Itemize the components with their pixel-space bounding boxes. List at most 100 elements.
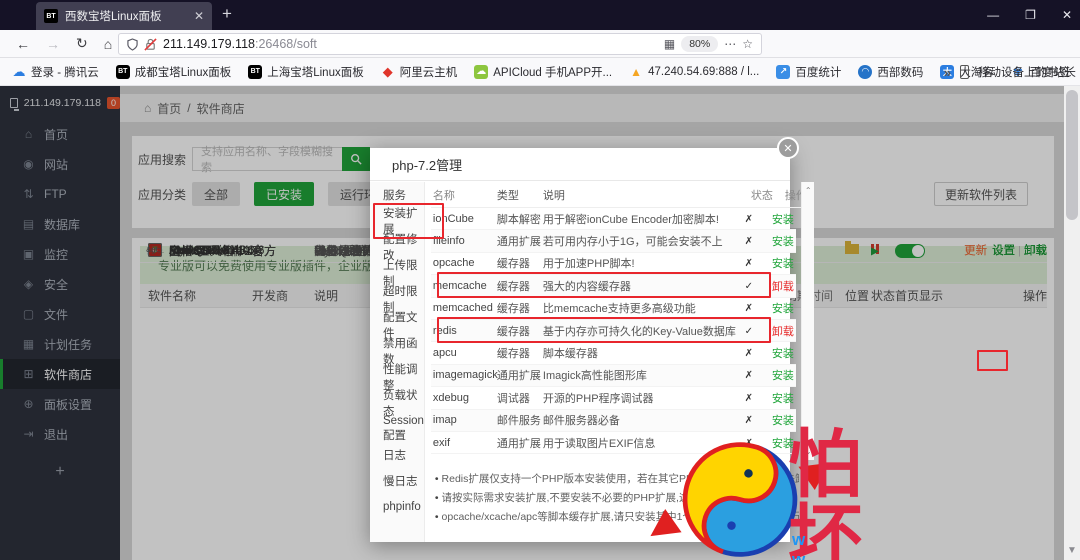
extension-row: exif 通用扩展 用于读取图片EXIF信息 ✗ 安装 — [430, 432, 796, 455]
bookmark-label: 西部数码 — [877, 66, 924, 79]
home-button[interactable]: ⌂ — [104, 36, 112, 52]
extension-row: apcu 缓存器 脚本缓存器 ✗ 安装 — [430, 342, 796, 365]
bt-favicon: BT — [44, 9, 58, 23]
window-maximize-button[interactable]: ❐ — [1025, 8, 1036, 22]
scrollbar-down-arrow[interactable]: ▼ — [1067, 545, 1077, 556]
extension-name: imap — [432, 414, 457, 427]
tab-title: 西数宝塔Linux面板 — [65, 11, 162, 23]
bookmark-star-icon[interactable]: ☆ — [742, 37, 753, 51]
mobile-bookmarks-label[interactable]: 移动设备上的书签 — [978, 64, 1070, 80]
extension-action-link[interactable]: 安装 — [772, 258, 794, 270]
bookmark-favicon: ▲ — [630, 64, 643, 79]
annotation-box-memcache-row — [437, 272, 771, 298]
modal-menu-item[interactable]: 日志 — [370, 442, 424, 468]
extension-desc: 比memcache支持更多高级功能 — [542, 303, 696, 316]
not-installed-icon: ✗ — [744, 213, 754, 225]
insecure-lock-icon[interactable] — [144, 37, 157, 51]
bookmark-label: 上海宝塔Linux面板 — [267, 66, 364, 79]
mobile-bookmarks-icon — [960, 65, 969, 79]
bookmark-item[interactable]: ☁ 登录 - 腾讯云 — [12, 64, 99, 80]
extension-row: xdebug 调试器 开源的PHP程序调试器 ✗ 安装 — [430, 387, 796, 410]
extension-type: 脚本解密 — [496, 213, 541, 226]
extension-type: 通用扩展 — [496, 370, 541, 383]
url-path: :26468/soft — [255, 37, 317, 51]
extension-desc: 用于解密ionCube Encoder加密脚本! — [542, 213, 719, 226]
extension-desc: 用于加速PHP脚本! — [542, 258, 635, 271]
bookmark-item[interactable]: ◠ 西部数码 — [858, 64, 923, 80]
new-tab-button[interactable]: + — [222, 4, 232, 24]
modal-menu-item[interactable]: 慢日志 — [370, 468, 424, 494]
extension-row: ionCube 脚本解密 用于解密ionCube Encoder加密脚本! ✗ … — [430, 208, 796, 231]
bookmark-favicon: ◠ — [858, 64, 873, 79]
extension-desc: 开源的PHP程序调试器 — [542, 392, 654, 405]
extension-type: 调试器 — [496, 392, 530, 405]
tracking-shield-icon[interactable] — [127, 37, 138, 51]
not-installed-icon: ✗ — [744, 370, 754, 382]
extension-row: imap 邮件服务 邮件服务器必备 ✗ 安装 — [430, 409, 796, 432]
extension-name: xdebug — [432, 391, 470, 404]
scroll-up-icon[interactable]: ⌃ — [805, 186, 812, 195]
col-ext-type: 类型 — [496, 189, 519, 202]
not-installed-icon: ✗ — [744, 437, 754, 449]
tab-close-icon[interactable]: ✕ — [194, 9, 204, 23]
extension-action-link[interactable]: 安装 — [772, 348, 794, 360]
extension-action-link[interactable]: 安装 — [772, 438, 794, 450]
window-minimize-button[interactable]: — — [987, 8, 999, 22]
scrollbar-thumb[interactable] — [1066, 90, 1078, 220]
modal-menu-item[interactable]: Session配置 — [370, 415, 424, 442]
extension-action-link[interactable]: 安装 — [772, 415, 794, 427]
not-installed-icon: ✗ — [744, 392, 754, 404]
modal-menu-item[interactable]: phpinfo — [370, 494, 424, 520]
bookmark-favicon: ☁ — [474, 64, 489, 79]
back-button[interactable]: ← — [16, 36, 30, 52]
extension-action-link[interactable]: 安装 — [772, 214, 794, 226]
browser-titlebar: BT 西数宝塔Linux面板 ✕ + — ❐ ✕ — [0, 0, 1080, 30]
bookmark-label: 登录 - 腾讯云 — [31, 66, 99, 79]
browser-tab[interactable]: BT 西数宝塔Linux面板 ✕ — [36, 2, 212, 30]
bookmarks-bar: ☁ 登录 - 腾讯云 BT 成都宝塔Linux面板 BT 上海宝塔Linux面板… — [0, 58, 1080, 86]
extension-action-link[interactable]: 卸载 — [772, 326, 794, 338]
forward-button[interactable]: → — [46, 36, 60, 52]
bookmark-item[interactable]: BT 成都宝塔Linux面板 — [115, 64, 232, 80]
extension-action-link[interactable]: 安装 — [772, 393, 794, 405]
window-close-button[interactable]: ✕ — [1062, 8, 1072, 22]
qr-extension-icon[interactable]: ▦ — [664, 37, 675, 51]
annotation-box-redis-row — [437, 317, 771, 343]
annotation-box-settings-link — [977, 350, 1008, 371]
scroll-down-icon[interactable]: ⌄ — [805, 447, 812, 456]
bookmark-item[interactable]: ◆ 阿里云主机 — [381, 64, 458, 80]
extension-action-link[interactable]: 安装 — [772, 370, 794, 382]
extension-row: imagemagick 通用扩展 Imagick高性能图形库 ✗ 安装 — [430, 364, 796, 388]
bookmark-item[interactable]: ☁ APICloud 手机APP开... — [474, 64, 612, 80]
extension-name: memcached — [432, 302, 493, 315]
col-ext-status: 状态 — [750, 189, 773, 202]
extension-action-link[interactable]: 安装 — [772, 236, 794, 248]
zoom-level-badge[interactable]: 80% — [681, 36, 719, 52]
extension-action-link[interactable]: 安装 — [772, 303, 794, 315]
url-bar[interactable]: 211.149.179.118:26468/soft ▦ 80% ⋯ ☆ — [118, 33, 762, 55]
extension-action-link[interactable]: 卸载 — [772, 281, 794, 293]
modal-menu-item[interactable]: 负载状态 — [370, 390, 424, 418]
bookmarks-overflow-icon[interactable]: » — [944, 65, 951, 80]
extension-type: 通用扩展 — [496, 236, 541, 249]
extension-desc: 邮件服务器必备 — [542, 415, 620, 428]
not-installed-icon: ✗ — [744, 415, 754, 427]
page-scrollbar[interactable]: ▼ — [1064, 86, 1080, 560]
modal-close-button[interactable]: ✕ — [777, 137, 799, 159]
modal-note: Redis扩展仅支持一个PHP版本安装使用，若在其它PHP版本安装使用，请先卸载 — [435, 470, 799, 489]
extension-name: apcu — [432, 347, 457, 360]
extension-desc: Imagick高性能图形库 — [542, 370, 647, 383]
bookmark-item[interactable]: ▲ 47.240.54.69:888 / l... — [629, 65, 759, 79]
bookmark-item[interactable]: BT 上海宝塔Linux面板 — [248, 64, 364, 80]
bookmark-item[interactable]: ↗ 百度统计 — [776, 64, 841, 80]
reload-button[interactable]: ↻ — [76, 35, 88, 52]
modal-table-scrollbar[interactable]: ⌃ ⌄ — [800, 182, 814, 460]
extension-name: opcache — [432, 257, 475, 270]
annotation-box-install-extension — [373, 203, 444, 239]
page-actions-icon[interactable]: ⋯ — [724, 37, 736, 51]
col-ext-desc: 说明 — [542, 189, 565, 202]
extension-name: imagemagick — [432, 369, 498, 382]
not-installed-icon: ✗ — [744, 303, 754, 315]
bookmark-label: 成都宝塔Linux面板 — [134, 66, 232, 79]
extension-desc: 若可用内存小于1G，可能会安装不上 — [542, 236, 723, 249]
